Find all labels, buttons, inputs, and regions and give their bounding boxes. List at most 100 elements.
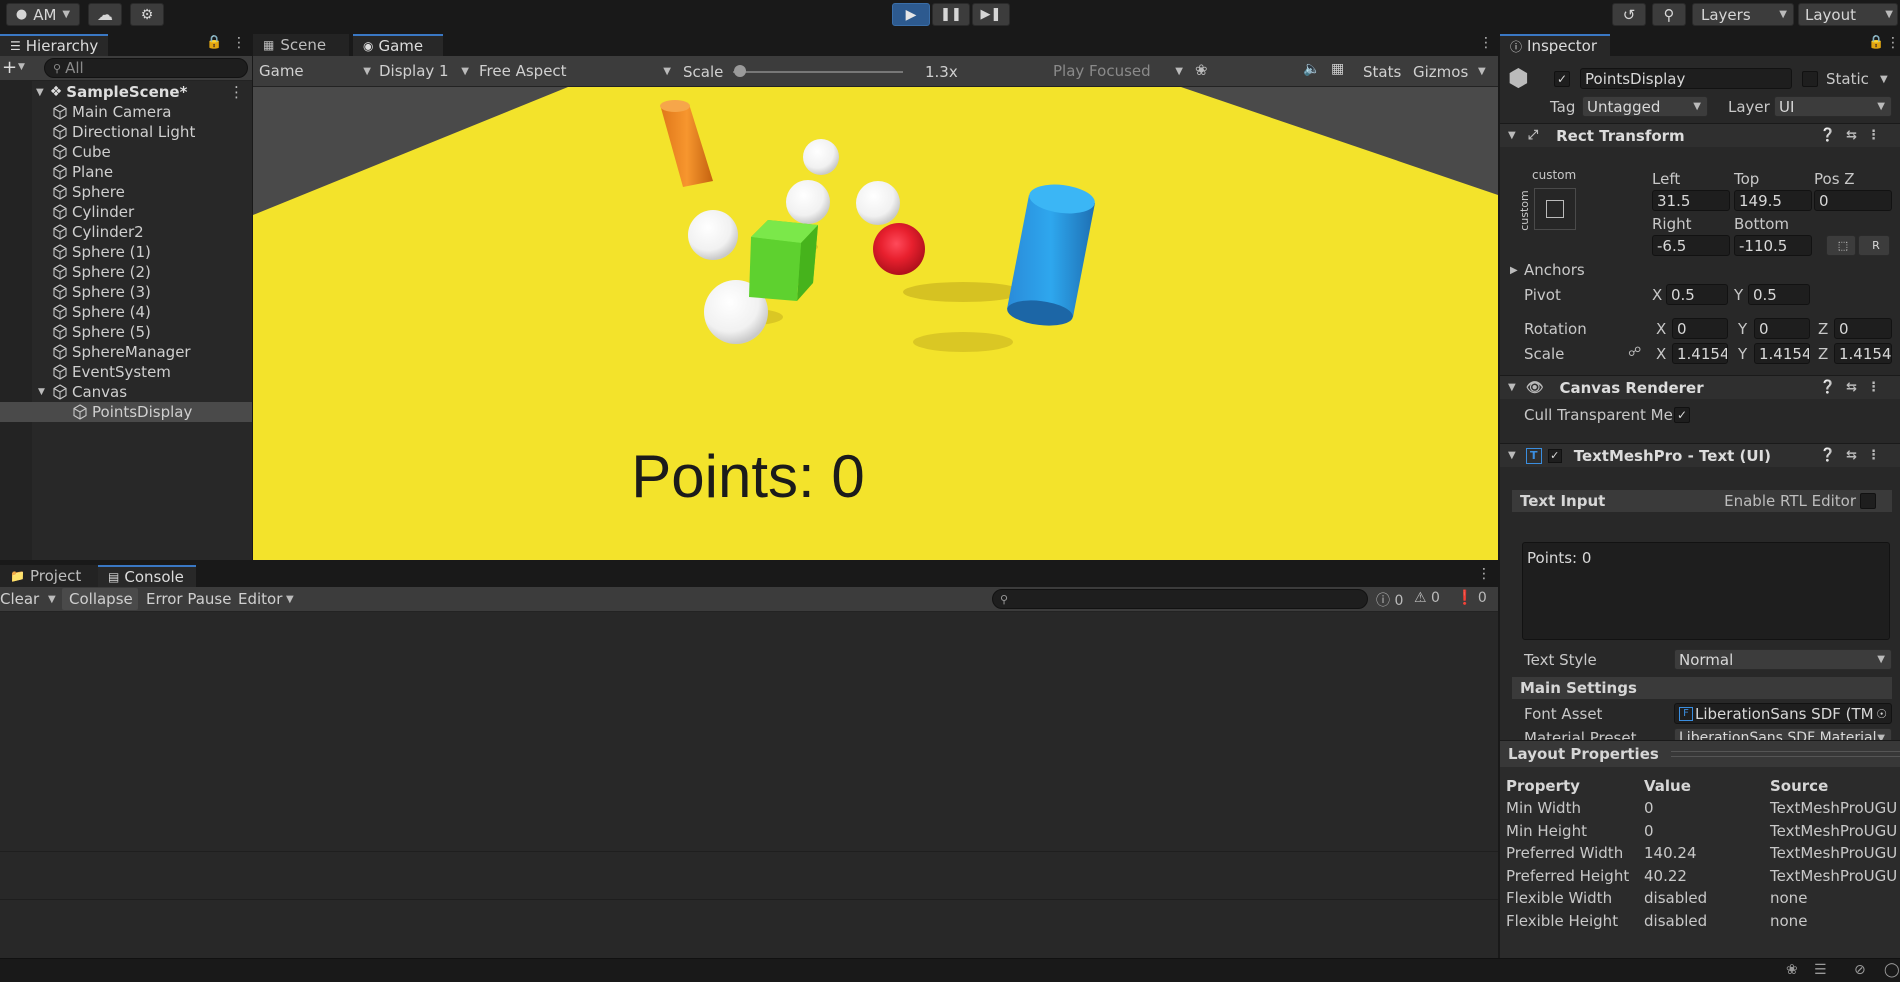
tag-dropdown[interactable]: Untagged ▼: [1582, 96, 1708, 117]
scale-slider-handle[interactable]: [734, 65, 746, 77]
hierarchy-item[interactable]: ▼ Canvas: [0, 382, 252, 402]
scale-z-field[interactable]: 1.4154: [1834, 343, 1892, 364]
object-picker-icon[interactable]: ☉: [1876, 707, 1887, 721]
bug-icon[interactable]: ❀: [1786, 962, 1798, 978]
more-options-icon[interactable]: ⋮: [1479, 35, 1493, 51]
tab-game[interactable]: ◉ Game: [353, 34, 443, 56]
tab-project[interactable]: 📁 Project: [0, 565, 98, 587]
rotation-z-field[interactable]: 0: [1834, 318, 1892, 339]
more-options-icon[interactable]: ⋮: [1477, 566, 1491, 582]
undo-history-button[interactable]: ↺: [1612, 3, 1646, 26]
tab-inspector[interactable]: ⓘ Inspector: [1500, 34, 1610, 56]
expand-arrow-icon[interactable]: ▼: [1508, 130, 1516, 141]
warning-count-toggle[interactable]: ⚠ 0: [1414, 590, 1440, 606]
play-focused-dropdown[interactable]: Play Focused ▼: [1053, 61, 1183, 81]
pivot-x-field[interactable]: 0.5: [1666, 284, 1728, 305]
console-log-area[interactable]: [0, 612, 1498, 900]
static-checkbox[interactable]: [1802, 71, 1818, 87]
more-options-icon[interactable]: ⋮: [1886, 35, 1900, 51]
text-style-dropdown[interactable]: Normal ▼: [1674, 649, 1892, 670]
hierarchy-item[interactable]: Sphere (1): [0, 242, 252, 262]
more-options-icon[interactable]: ⋮: [229, 83, 244, 101]
raw-edit-button[interactable]: R: [1858, 235, 1890, 256]
search-button[interactable]: ⚲: [1652, 3, 1686, 26]
hierarchy-item[interactable]: Cube: [0, 142, 252, 162]
canvas-renderer-header[interactable]: ▼ 👁 Canvas Renderer ❔⇆⋮: [1500, 375, 1900, 399]
expand-arrow-icon[interactable]: ▼: [38, 387, 48, 397]
rtl-editor-checkbox[interactable]: [1860, 493, 1876, 509]
chevron-down-icon[interactable]: ▼: [1478, 66, 1486, 77]
scale-x-field[interactable]: 1.4154: [1672, 343, 1728, 364]
tab-scene[interactable]: ▦ Scene: [253, 34, 349, 56]
blueprint-mode-button[interactable]: ⬚: [1826, 235, 1856, 256]
hierarchy-item[interactable]: Plane: [0, 162, 252, 182]
console-search-input[interactable]: ⚲: [992, 589, 1368, 609]
cloud-button[interactable]: ☁: [88, 3, 122, 26]
hierarchy-item[interactable]: PointsDisplay: [0, 402, 252, 422]
expand-arrow-icon[interactable]: ▼: [1508, 382, 1516, 393]
layer-dropdown[interactable]: UI ▼: [1774, 96, 1892, 117]
account-dropdown[interactable]: ● AM ▼: [6, 3, 80, 26]
error-pause-button[interactable]: Error Pause: [146, 590, 231, 608]
scale-y-field[interactable]: 1.4154: [1754, 343, 1810, 364]
chevron-down-icon[interactable]: ▼: [18, 62, 25, 72]
grid-icon[interactable]: ▦: [1331, 61, 1344, 77]
log-count-toggle[interactable]: ⓘ 0: [1376, 590, 1403, 610]
expand-arrow-icon[interactable]: ▼: [36, 87, 44, 98]
font-asset-field[interactable]: F LiberationSans SDF (TM ☉: [1674, 703, 1892, 724]
object-name-field[interactable]: PointsDisplay: [1580, 68, 1792, 89]
play-button[interactable]: ▶: [892, 3, 930, 26]
tab-hierarchy[interactable]: ☰ Hierarchy: [0, 34, 108, 56]
stats-button[interactable]: Stats: [1363, 63, 1401, 81]
clear-button[interactable]: Clear: [0, 590, 39, 608]
hierarchy-item[interactable]: Directional Light: [0, 122, 252, 142]
aspect-dropdown[interactable]: Free Aspect ▼: [479, 61, 671, 81]
scale-slider-track[interactable]: [733, 71, 903, 73]
chevron-down-icon[interactable]: ▼: [1880, 74, 1888, 85]
hierarchy-search-input[interactable]: ⚲ All: [44, 58, 248, 78]
top-field[interactable]: 149.5: [1734, 190, 1812, 211]
pause-button[interactable]: ❚❚: [932, 3, 970, 26]
lock-icon[interactable]: 🔒: [1868, 35, 1884, 50]
step-button[interactable]: ▶❚: [972, 3, 1010, 26]
collapse-button[interactable]: Collapse: [69, 590, 133, 608]
layout-properties-header[interactable]: Layout Properties: [1500, 741, 1900, 767]
more-options-icon[interactable]: ⋮: [232, 35, 246, 51]
anchor-preset-button[interactable]: [1534, 188, 1576, 230]
hierarchy-item[interactable]: Sphere (3): [0, 282, 252, 302]
cull-transparent-checkbox[interactable]: ✓: [1674, 407, 1690, 423]
expand-arrow-icon[interactable]: ▼: [1508, 450, 1516, 461]
hierarchy-item[interactable]: Cylinder2: [0, 222, 252, 242]
hierarchy-item[interactable]: Sphere (2): [0, 262, 252, 282]
drag-handle-icon[interactable]: [1670, 751, 1900, 757]
add-icon[interactable]: +: [2, 57, 17, 78]
active-checkbox[interactable]: ✓: [1554, 71, 1570, 87]
hierarchy-item[interactable]: EventSystem: [0, 362, 252, 382]
gizmos-button[interactable]: Gizmos: [1413, 63, 1468, 81]
rotation-x-field[interactable]: 0: [1672, 318, 1728, 339]
pivot-y-field[interactable]: 0.5: [1748, 284, 1810, 305]
tab-console[interactable]: ▤ Console: [98, 565, 196, 587]
collapse-arrow-icon[interactable]: ▶: [1510, 265, 1518, 276]
hierarchy-item[interactable]: Sphere (5): [0, 322, 252, 342]
audio-icon[interactable]: 🔈: [1303, 61, 1320, 77]
game-viewport[interactable]: Points: 0: [253, 87, 1498, 560]
right-field[interactable]: -6.5: [1652, 235, 1730, 256]
progress-icon[interactable]: ◯: [1884, 962, 1900, 978]
stack-icon[interactable]: ☰: [1814, 962, 1827, 978]
game-view-dropdown[interactable]: Game ▼: [259, 61, 371, 81]
debug-mode-icon[interactable]: ⊘: [1854, 962, 1866, 978]
hierarchy-item[interactable]: Main Camera: [0, 102, 252, 122]
chevron-down-icon[interactable]: ▼: [48, 594, 56, 605]
chevron-down-icon[interactable]: ▼: [286, 594, 294, 605]
scene-root-row[interactable]: ▼ ❖ SampleScene* ⋮: [0, 82, 252, 102]
component-header-icons[interactable]: ❔⇆⋮: [1820, 380, 1890, 395]
lock-icon[interactable]: 🔒: [206, 35, 222, 50]
component-header-icons[interactable]: ❔⇆⋮: [1820, 128, 1890, 143]
bug-icon[interactable]: ❀: [1195, 61, 1208, 79]
hierarchy-item[interactable]: Sphere (4): [0, 302, 252, 322]
hierarchy-item[interactable]: Cylinder: [0, 202, 252, 222]
left-field[interactable]: 31.5: [1652, 190, 1730, 211]
hierarchy-item[interactable]: SphereManager: [0, 342, 252, 362]
editor-dropdown[interactable]: Editor: [238, 590, 282, 608]
